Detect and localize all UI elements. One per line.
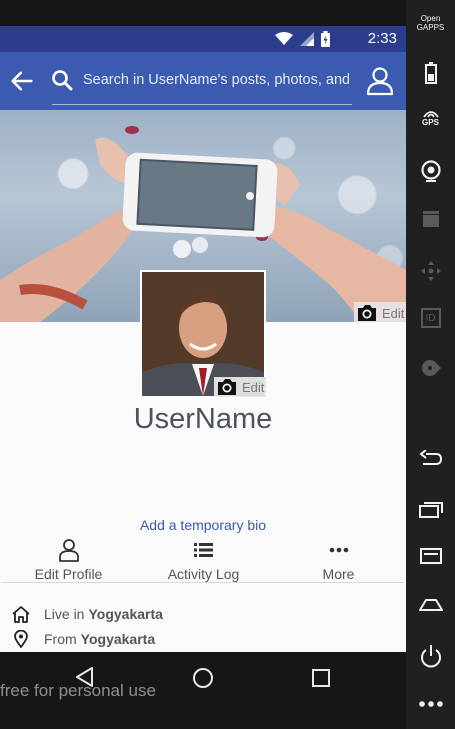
list-icon — [193, 543, 213, 557]
search-underline — [52, 104, 352, 105]
gps-tool[interactable]: GPS — [406, 110, 455, 127]
cover-edit-label: Edit — [382, 305, 405, 321]
back-tool[interactable] — [406, 450, 455, 468]
recents-tool[interactable] — [406, 500, 455, 518]
live-in-value: Yogyakarta — [88, 606, 163, 622]
webcam-icon — [420, 160, 441, 182]
clapperboard-icon — [422, 211, 439, 227]
edit-profile-button[interactable]: Edit Profile — [1, 536, 136, 582]
menu-icon — [419, 548, 442, 564]
cell-signal-icon — [300, 32, 314, 46]
watermark-text: free for personal use — [0, 681, 156, 700]
more-options-tool[interactable] — [406, 700, 455, 708]
profile-username: UserName — [133, 403, 273, 435]
more-button[interactable]: More — [271, 536, 406, 582]
return-arrow-icon — [418, 450, 442, 465]
nav-recents-icon[interactable] — [312, 669, 330, 687]
person-outline-icon — [58, 539, 79, 562]
home-shape-icon — [418, 599, 443, 611]
battery-icon — [321, 31, 330, 47]
search-input[interactable]: Search in UserName's posts, photos, and — [83, 72, 349, 88]
home-icon — [12, 606, 30, 623]
dpad-icon — [420, 261, 441, 281]
avatar-edit-button[interactable]: Edit — [214, 377, 266, 397]
disk-tool[interactable] — [406, 358, 455, 378]
gps-signal-icon — [422, 111, 439, 118]
info-from: From Yogyakarta — [10, 629, 400, 649]
app-bar: Search in UserName's posts, photos, and — [0, 52, 406, 110]
camera-icon — [358, 305, 376, 321]
dpad-tool[interactable] — [406, 260, 455, 282]
divider — [2, 582, 404, 583]
search-icon[interactable] — [50, 68, 74, 92]
status-time: 2:33 — [367, 30, 397, 47]
power-tool[interactable] — [406, 644, 455, 668]
battery-tool[interactable] — [406, 62, 455, 84]
more-dots-icon — [329, 547, 348, 553]
info-live-in: Live in Yogyakarta — [10, 604, 400, 624]
more-label: More — [322, 566, 355, 582]
battery-icon — [424, 62, 437, 84]
status-bar: 2:33 — [0, 26, 406, 52]
emulator-toolbar: Open GAPPS GPS ID — [406, 0, 455, 729]
activity-log-button[interactable]: Activity Log — [136, 536, 271, 582]
device-screen: 2:33 Search in UserName's posts, photos,… — [0, 0, 406, 729]
more-horizontal-icon — [418, 701, 443, 707]
device-id-icon: ID — [420, 308, 441, 328]
screen-record-tool[interactable] — [406, 210, 455, 228]
from-value: Yogyakarta — [80, 631, 156, 647]
live-in-prefix: Live in — [44, 606, 85, 622]
avatar-edit-label: Edit — [242, 379, 265, 395]
gps-label: GPS — [422, 118, 439, 127]
disk-icon — [421, 360, 441, 376]
profile-icon[interactable] — [366, 66, 394, 96]
wifi-icon — [275, 32, 293, 45]
from-prefix: From — [44, 631, 77, 647]
menu-tool[interactable] — [406, 548, 455, 564]
edit-profile-label: Edit Profile — [34, 566, 103, 582]
recents-icon — [418, 502, 443, 518]
back-arrow-icon[interactable] — [8, 67, 36, 95]
activity-log-label: Activity Log — [167, 566, 240, 582]
power-icon — [420, 645, 441, 668]
camera-tool[interactable] — [406, 160, 455, 182]
home-tool[interactable] — [406, 598, 455, 612]
device-id-tool[interactable]: ID — [406, 308, 455, 328]
cover-edit-button[interactable]: Edit — [354, 302, 406, 324]
add-bio-link[interactable]: Add a temporary bio — [0, 517, 406, 533]
location-pin-icon — [14, 630, 28, 648]
opengapps-logo: Open GAPPS — [416, 14, 445, 32]
camera-icon — [218, 379, 236, 395]
nav-home-icon[interactable] — [192, 667, 214, 689]
